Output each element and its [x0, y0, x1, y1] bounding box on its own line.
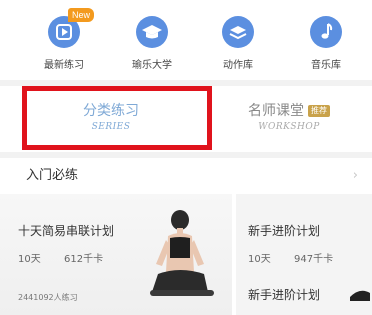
shortcut-latest-practice[interactable]: New 最新练习: [24, 8, 104, 71]
tab-title: 名师课堂 推荐: [206, 100, 372, 120]
highlight-box: [22, 86, 212, 150]
shortcut-label: 最新练习: [44, 60, 84, 71]
yoga-figure-image: [150, 210, 214, 296]
shortcut-yoga-university[interactable]: 瑜乐大学: [112, 16, 192, 71]
card-days: 10天: [18, 254, 41, 265]
shortcut-row: New 最新练习 瑜乐大学 动作库 音乐库: [0, 0, 372, 80]
shortcut-pose-library[interactable]: 动作库: [198, 16, 278, 71]
card-calories: 947千卡: [294, 254, 334, 265]
card-title-secondary: 新手进阶计划: [248, 288, 321, 302]
card-participants: 2441092人练习: [18, 293, 78, 302]
section-header[interactable]: 入门必练 ›: [0, 158, 372, 194]
chevron-right-icon: ›: [352, 168, 358, 183]
plan-card[interactable]: 十天简易串联计划 10天 612千卡 2441092人练习: [0, 194, 232, 315]
play-icon: New: [48, 8, 95, 48]
plan-cards: 十天简易串联计划 10天 612千卡 2441092人练习 新手进阶计划 10天…: [0, 194, 372, 315]
tab-title-text: 名师课堂: [248, 103, 304, 119]
card-calories: 612千卡: [64, 254, 104, 265]
music-note-icon: [310, 16, 342, 48]
layers-icon: [222, 16, 254, 48]
shortcut-label: 音乐库: [311, 60, 341, 71]
new-badge: New: [68, 8, 95, 22]
card-title: 新手进阶计划: [248, 224, 321, 238]
tab-workshop[interactable]: 名师课堂 推荐 WORKSHOP: [206, 86, 372, 152]
card-days: 10天: [248, 254, 271, 265]
plan-card[interactable]: 新手进阶计划 10天 947千卡 新手进阶计划: [236, 194, 372, 315]
recommend-badge: 推荐: [308, 105, 330, 117]
shortcut-label: 瑜乐大学: [132, 60, 172, 71]
shortcut-music-library[interactable]: 音乐库: [286, 16, 366, 71]
graduation-cap-icon: [136, 16, 168, 48]
yoga-figure-image: [350, 290, 370, 301]
tab-subtitle: WORKSHOP: [258, 122, 320, 132]
shortcut-label: 动作库: [223, 60, 253, 71]
card-title: 十天简易串联计划: [18, 224, 115, 238]
section-title: 入门必练: [26, 168, 79, 183]
